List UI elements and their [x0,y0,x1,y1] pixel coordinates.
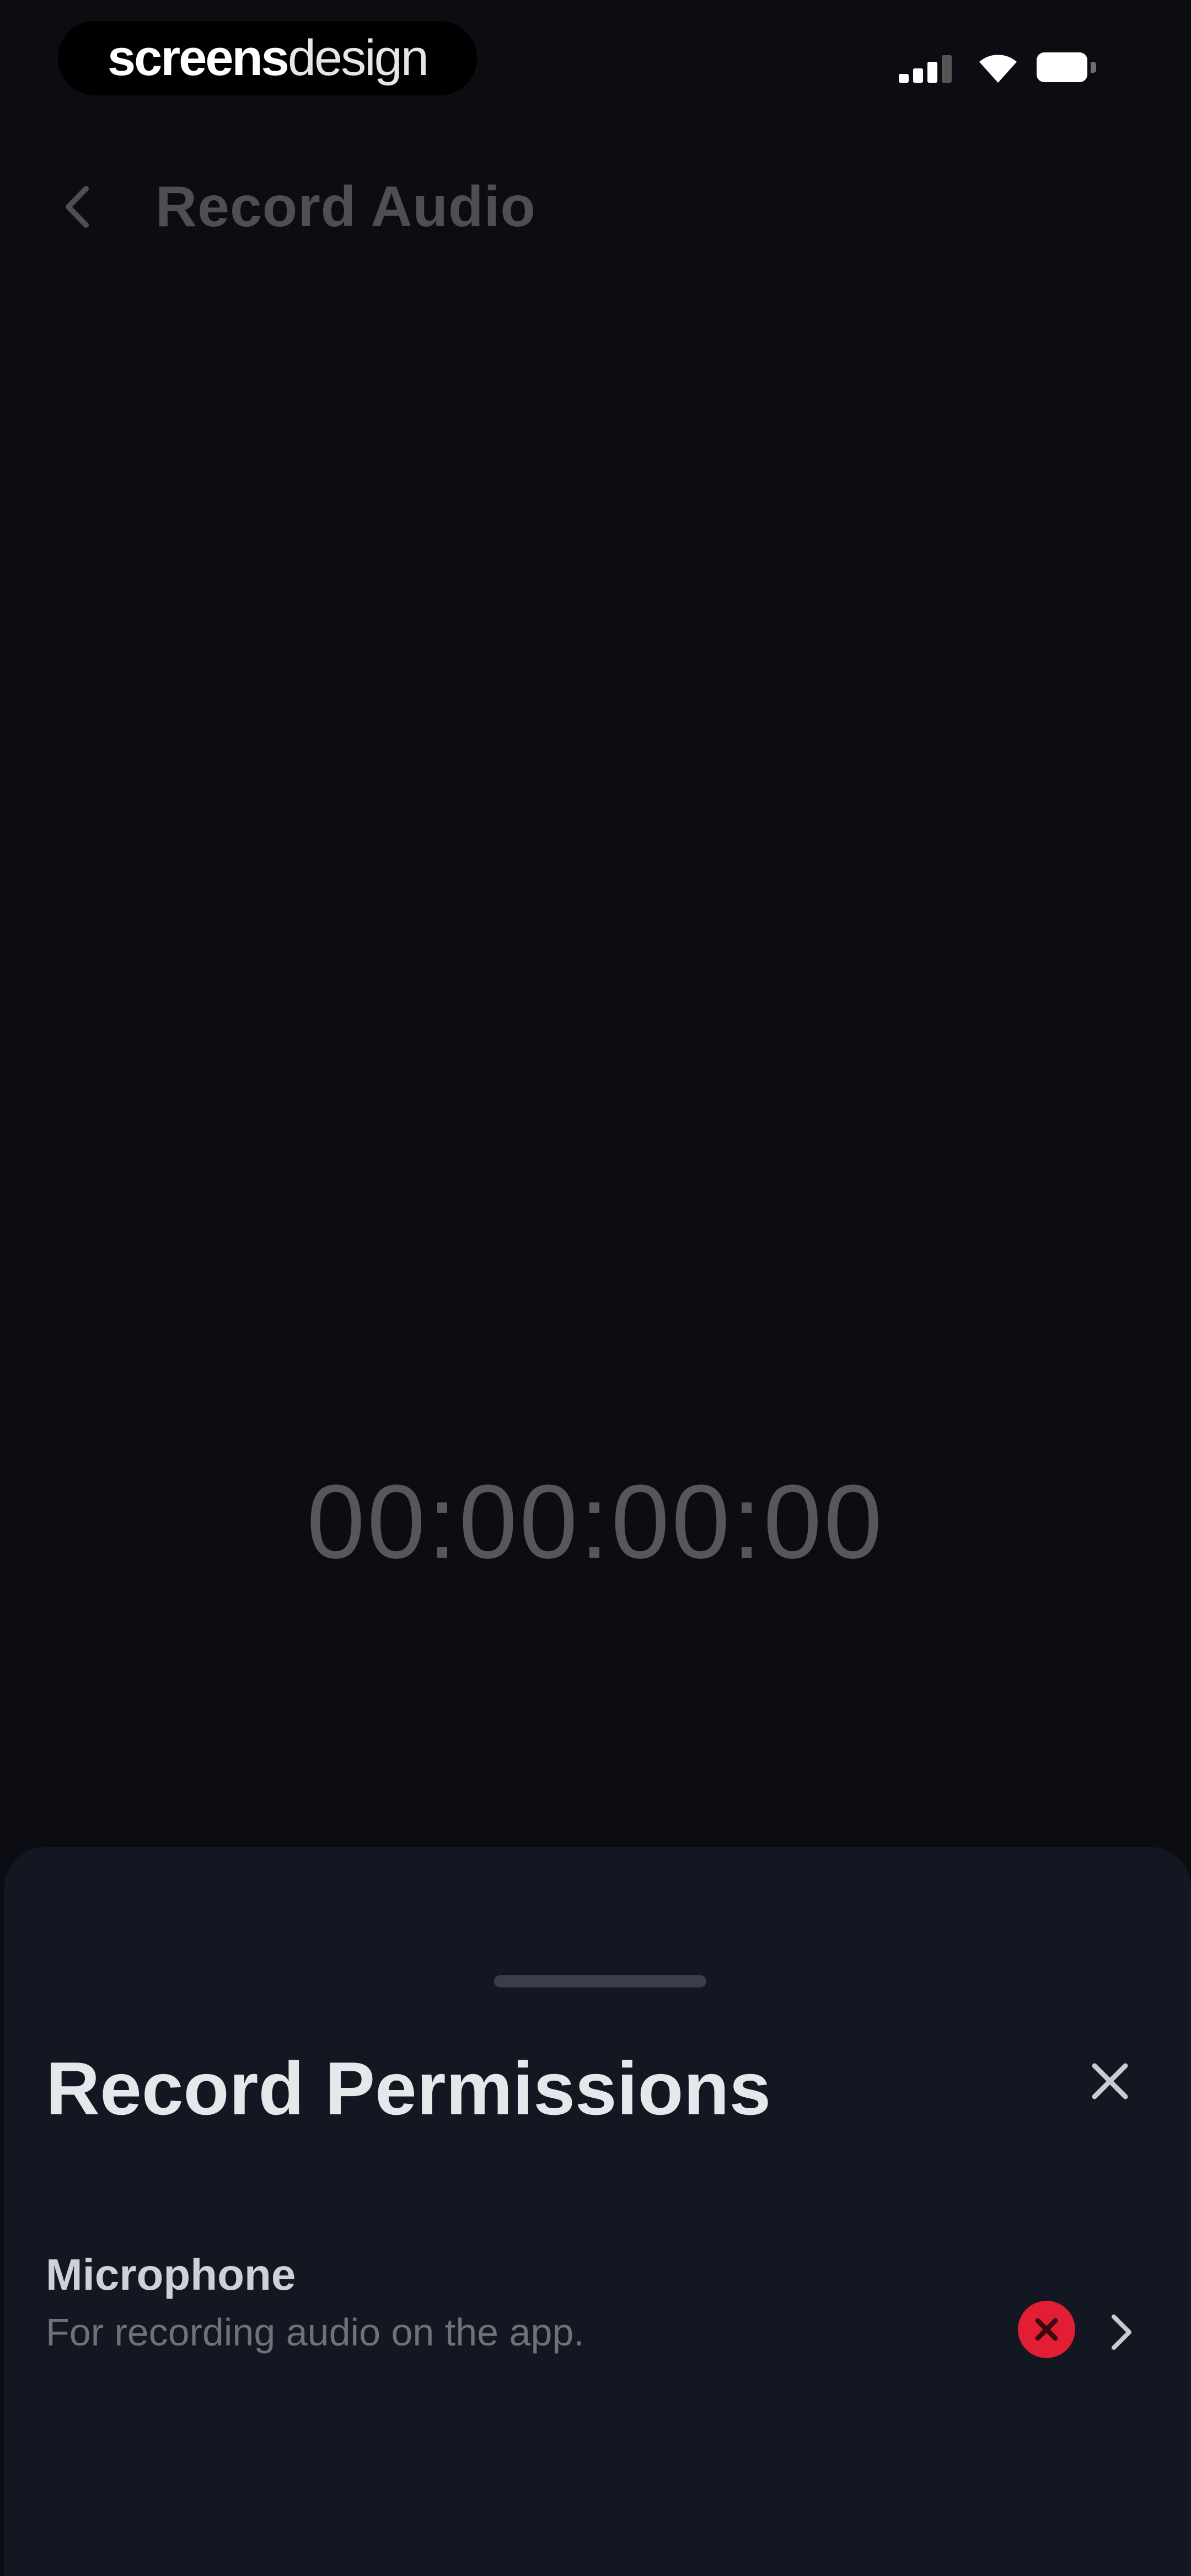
nav-bar: Record Audio [0,154,1191,265]
brand-logo-part1: screens [108,30,289,86]
brand-logo-part2: design [287,30,429,86]
permission-description: For recording audio on the app. [46,2311,584,2354]
page-title: Record Audio [155,175,536,239]
close-icon[interactable] [1082,2054,1138,2109]
chevron-right-icon[interactable] [1102,2310,1140,2354]
chevron-left-icon[interactable] [50,177,105,237]
denied-x-icon [1018,2301,1075,2358]
battery-icon [1037,52,1097,82]
sheet-drag-handle[interactable] [494,1975,706,1987]
brand-logo: screens design [58,21,477,95]
cellular-signal-icon [899,55,959,83]
sheet-title: Record Permissions [46,2046,771,2130]
permission-name: Microphone [46,2250,296,2299]
status-bar: screens design [0,0,1191,127]
wifi-icon [979,55,1017,83]
permissions-sheet: Record Permissions Microphone For record… [4,1847,1191,2576]
permission-row-microphone[interactable]: Microphone For recording audio on the ap… [4,2233,1191,2360]
recording-timer: 00:00:00:00 [307,1463,884,1580]
